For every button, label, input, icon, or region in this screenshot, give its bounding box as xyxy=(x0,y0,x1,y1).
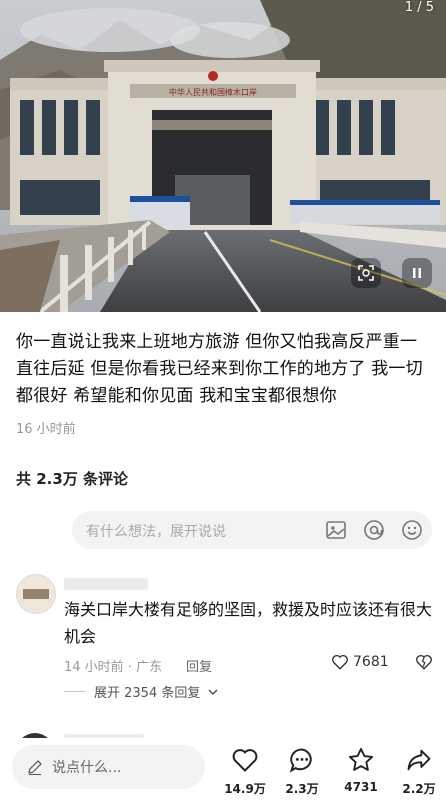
avatar-image xyxy=(17,575,55,613)
post-time: 16 小时前 xyxy=(16,422,76,437)
comment-input-placeholder: 有什么想法，展开说说 xyxy=(86,524,226,540)
redacted-username xyxy=(64,578,148,590)
pencil-icon xyxy=(28,760,42,776)
photo-counter: 1 / 5 xyxy=(404,0,434,15)
pause-button[interactable] xyxy=(402,258,432,288)
like-button[interactable]: 14.9万 xyxy=(222,746,268,797)
say-something-input[interactable]: 说点什么... xyxy=(12,745,205,789)
expand-replies-label: 展开 2354 条回复 xyxy=(94,686,201,701)
share-count: 2.2万 xyxy=(402,782,436,796)
pause-icon xyxy=(413,268,421,278)
comment-text: 海关口岸大楼有足够的坚固，救援及时应该还有很大机会 xyxy=(64,600,433,646)
avatar[interactable] xyxy=(16,574,56,614)
comment-meta: 14 小时前 · 广东 xyxy=(64,660,163,675)
favorite-count: 4731 xyxy=(344,780,378,794)
mention-icon[interactable] xyxy=(362,518,386,542)
comment-like-count: 7681 xyxy=(353,654,389,670)
favorite-button[interactable]: 4731 xyxy=(338,746,384,794)
emoji-icon[interactable] xyxy=(400,518,424,542)
expand-divider xyxy=(64,691,86,692)
share-arrow-icon xyxy=(407,749,431,771)
building-sign: 中华人民共和国樟木口岸 xyxy=(169,87,257,97)
dislike-button[interactable] xyxy=(415,653,433,675)
comment-count: 2.3万 xyxy=(285,782,319,796)
expand-replies-button[interactable]: 展开 2354 条回复 xyxy=(64,682,218,701)
scan-icon xyxy=(358,265,374,281)
like-count: 14.9万 xyxy=(224,782,266,796)
star-icon xyxy=(348,747,374,771)
scan-button[interactable] xyxy=(351,258,381,288)
say-something-placeholder: 说点什么... xyxy=(52,760,122,776)
post-caption: 你一直说让我来上班地方旅游 但你又怕我高反严重一直往后延 但是你看我已经来到你工… xyxy=(16,332,423,406)
share-button[interactable]: 2.2万 xyxy=(396,746,442,797)
post-photo[interactable]: 中华人民共和国樟木口岸 1 / 5 xyxy=(0,0,446,312)
comment-button[interactable]: 2.3万 xyxy=(279,746,325,797)
comments-count: 共 2.3万 条评论 xyxy=(16,470,129,488)
comment-like-button[interactable]: 7681 xyxy=(331,653,389,671)
comment-input[interactable]: 有什么想法，展开说说 xyxy=(72,511,432,549)
comment-bubble-icon xyxy=(289,748,312,773)
heart-icon xyxy=(232,749,258,772)
heart-icon xyxy=(332,654,348,670)
broken-heart-icon xyxy=(416,654,432,670)
bottom-action-bar: 说点什么... 14.9万 2.3万 4731 2.2万 xyxy=(0,738,446,800)
image-icon[interactable] xyxy=(324,518,348,542)
reply-button[interactable]: 回复 xyxy=(186,656,212,675)
chevron-down-icon xyxy=(208,688,218,695)
